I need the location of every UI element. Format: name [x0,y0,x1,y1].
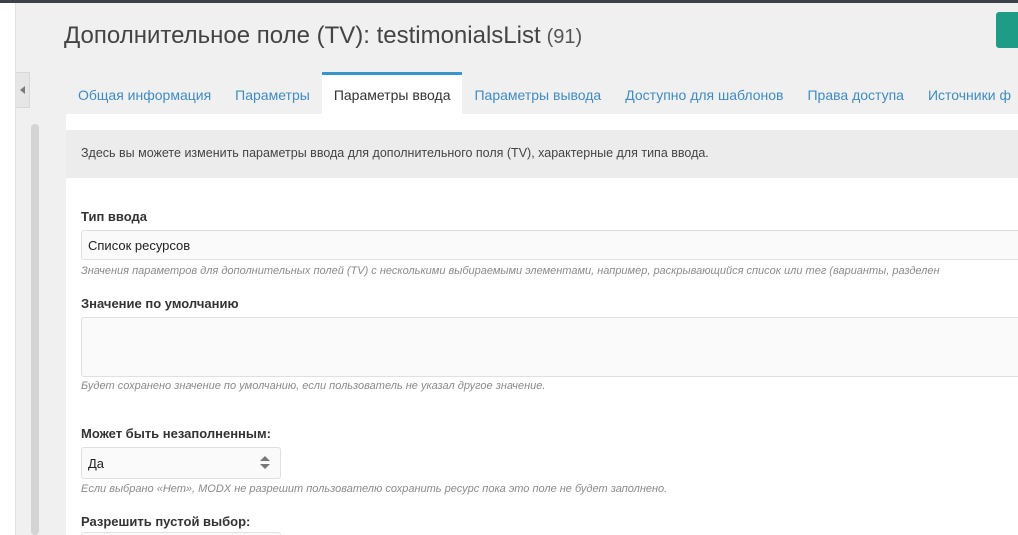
allow-blank-label: Может быть незаполненным: [81,426,271,441]
allow-blank-value: Да [88,456,105,471]
element-id: (91) [546,26,583,48]
page-title-text: Дополнительное поле (TV): testimonialsLi… [64,22,541,49]
input-type-label: Тип ввода [81,209,147,224]
tab-bar: Общая информация Параметры Параметры вво… [66,72,1018,114]
save-button[interactable]: С [996,12,1018,48]
input-type-help: Значения параметров для дополнительных п… [81,265,940,277]
select-arrows-icon [260,456,270,470]
tab-output-options[interactable]: Параметры вывода [462,72,613,114]
allow-empty-select-label: Разрешить пустой выбор: [81,514,251,529]
scrollbar[interactable] [31,124,39,535]
default-value-textarea[interactable] [81,317,1018,377]
resource-tree-panel [0,3,16,535]
tab-template-access[interactable]: Доступно для шаблонов [613,72,795,114]
allow-blank-help: Если выбрано «Нет», MODX не разрешит пол… [81,483,668,495]
tab-panel: Здесь вы можете изменить параметры ввода… [66,114,1018,535]
tab-properties[interactable]: Параметры [223,72,322,114]
page-title: Дополнительное поле (TV): testimonialsLi… [64,22,582,50]
collapse-sidebar-button[interactable] [16,72,30,108]
allow-blank-select[interactable]: Да [81,447,281,479]
default-value-help: Будет сохранено значение по умолчанию, е… [81,380,546,392]
panel-description: Здесь вы можете изменить параметры ввода… [66,130,1018,178]
tab-media-sources[interactable]: Источники ф [916,72,1018,114]
chevron-left-icon [20,86,25,94]
tab-general[interactable]: Общая информация [66,72,223,114]
top-bar [0,0,1018,3]
input-type-field[interactable]: Список ресурсов [81,230,1018,260]
tab-access-permissions[interactable]: Права доступа [795,72,915,114]
default-value-label: Значение по умолчанию [81,296,239,311]
tab-input-options[interactable]: Параметры ввода [321,72,463,114]
